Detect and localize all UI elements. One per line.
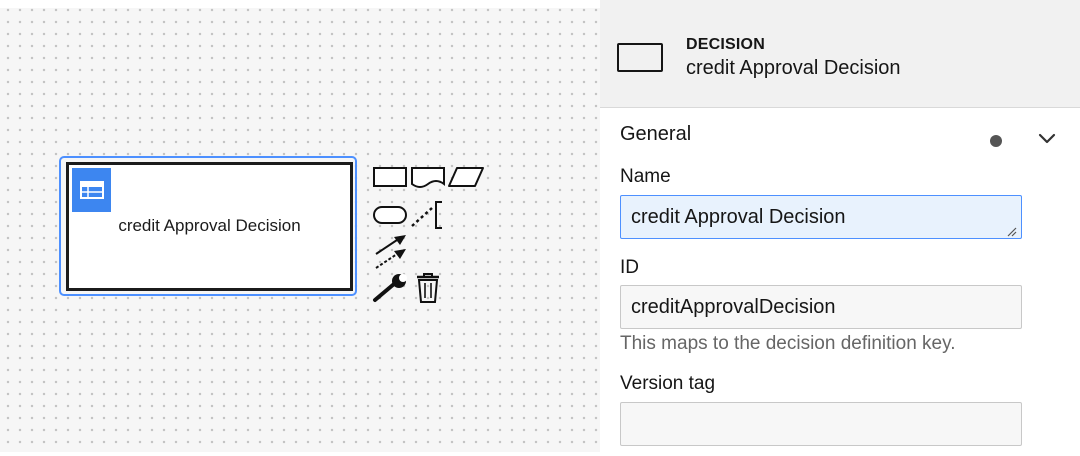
append-knowledge-source-icon[interactable] bbox=[410, 166, 446, 190]
name-input[interactable] bbox=[620, 195, 1022, 239]
panel-header: DECISION credit Approval Decision bbox=[600, 0, 1080, 108]
group-title: General bbox=[620, 123, 692, 145]
append-input-data-icon[interactable] bbox=[447, 166, 485, 188]
chevron-down-icon[interactable] bbox=[1036, 128, 1058, 150]
group-general-header[interactable]: General bbox=[600, 108, 1080, 158]
decision-type-icon bbox=[617, 43, 663, 72]
decision-table-icon bbox=[72, 168, 111, 212]
version-tag-input[interactable] bbox=[620, 402, 1022, 446]
element-type: DECISION bbox=[686, 36, 765, 53]
id-description: This maps to the decision definition key… bbox=[620, 333, 956, 354]
append-business-knowledge-model-icon[interactable] bbox=[372, 204, 408, 226]
delete-trash-icon[interactable] bbox=[415, 272, 441, 304]
id-input[interactable] bbox=[620, 285, 1022, 329]
append-decision-icon[interactable] bbox=[372, 166, 408, 188]
change-type-wrench-icon[interactable] bbox=[372, 274, 408, 304]
decision-label[interactable]: credit Approval Decision bbox=[66, 216, 353, 236]
context-pad bbox=[370, 160, 486, 306]
properties-panel: DECISION credit Approval Decision Genera… bbox=[600, 0, 1080, 456]
id-label: ID bbox=[620, 257, 639, 278]
diagram-canvas[interactable]: credit Approval Decision bbox=[0, 0, 600, 456]
element-name: credit Approval Decision bbox=[686, 57, 901, 79]
resize-grip-icon[interactable] bbox=[1005, 225, 1017, 237]
name-label: Name bbox=[620, 166, 671, 187]
append-text-annotation-icon[interactable] bbox=[410, 200, 446, 230]
data-indicator-dot bbox=[990, 135, 1002, 147]
version-tag-label: Version tag bbox=[620, 373, 716, 394]
connect-icon[interactable] bbox=[372, 234, 408, 270]
